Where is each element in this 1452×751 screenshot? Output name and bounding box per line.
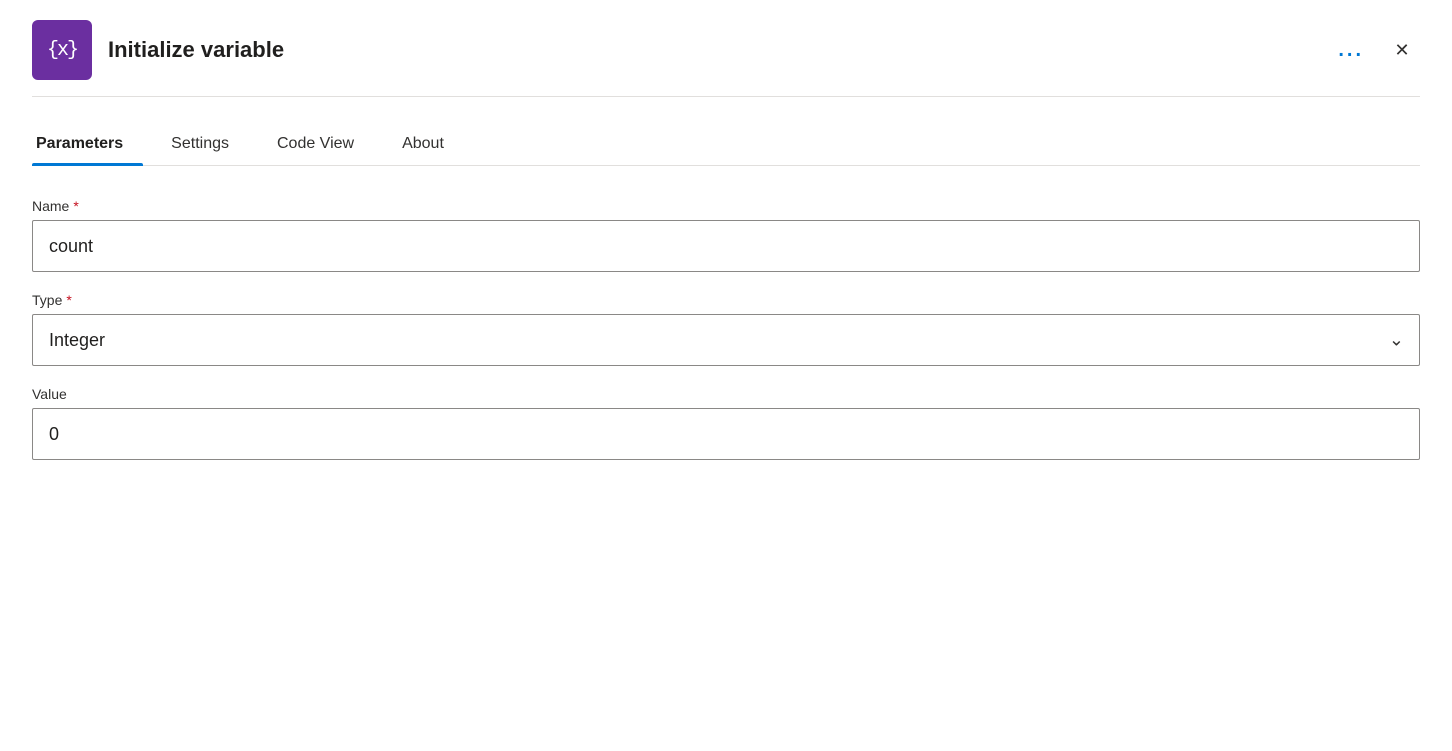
type-label: Type * bbox=[32, 292, 1420, 308]
header: {x} Initialize variable ... ✕ bbox=[32, 20, 1420, 97]
type-select-wrapper: Integer Float Boolean String Object Arra… bbox=[32, 314, 1420, 366]
tab-settings[interactable]: Settings bbox=[167, 125, 249, 165]
page-title: Initialize variable bbox=[108, 37, 284, 63]
header-left: {x} Initialize variable bbox=[32, 20, 284, 80]
form-container: Name * Type * Integer Float Boolean Stri… bbox=[32, 198, 1420, 460]
type-required-star: * bbox=[66, 292, 71, 308]
header-right: ... ✕ bbox=[1330, 32, 1420, 68]
tab-code-view[interactable]: Code View bbox=[273, 125, 374, 165]
name-label: Name * bbox=[32, 198, 1420, 214]
value-field: Value bbox=[32, 386, 1420, 460]
name-field: Name * bbox=[32, 198, 1420, 272]
page-container: {x} Initialize variable ... ✕ Parameters… bbox=[0, 0, 1452, 751]
action-icon-label: {x} bbox=[47, 39, 77, 62]
action-icon: {x} bbox=[32, 20, 92, 80]
type-select[interactable]: Integer Float Boolean String Object Arra… bbox=[32, 314, 1420, 366]
more-options-button[interactable]: ... bbox=[1330, 35, 1372, 66]
tabs-container: Parameters Settings Code View About bbox=[32, 125, 1420, 166]
name-required-star: * bbox=[73, 198, 78, 214]
tab-about[interactable]: About bbox=[398, 125, 464, 165]
close-button[interactable]: ✕ bbox=[1384, 32, 1420, 68]
name-input[interactable] bbox=[32, 220, 1420, 272]
type-field: Type * Integer Float Boolean String Obje… bbox=[32, 292, 1420, 366]
value-label: Value bbox=[32, 386, 1420, 402]
tab-parameters[interactable]: Parameters bbox=[32, 125, 143, 165]
value-input[interactable] bbox=[32, 408, 1420, 460]
